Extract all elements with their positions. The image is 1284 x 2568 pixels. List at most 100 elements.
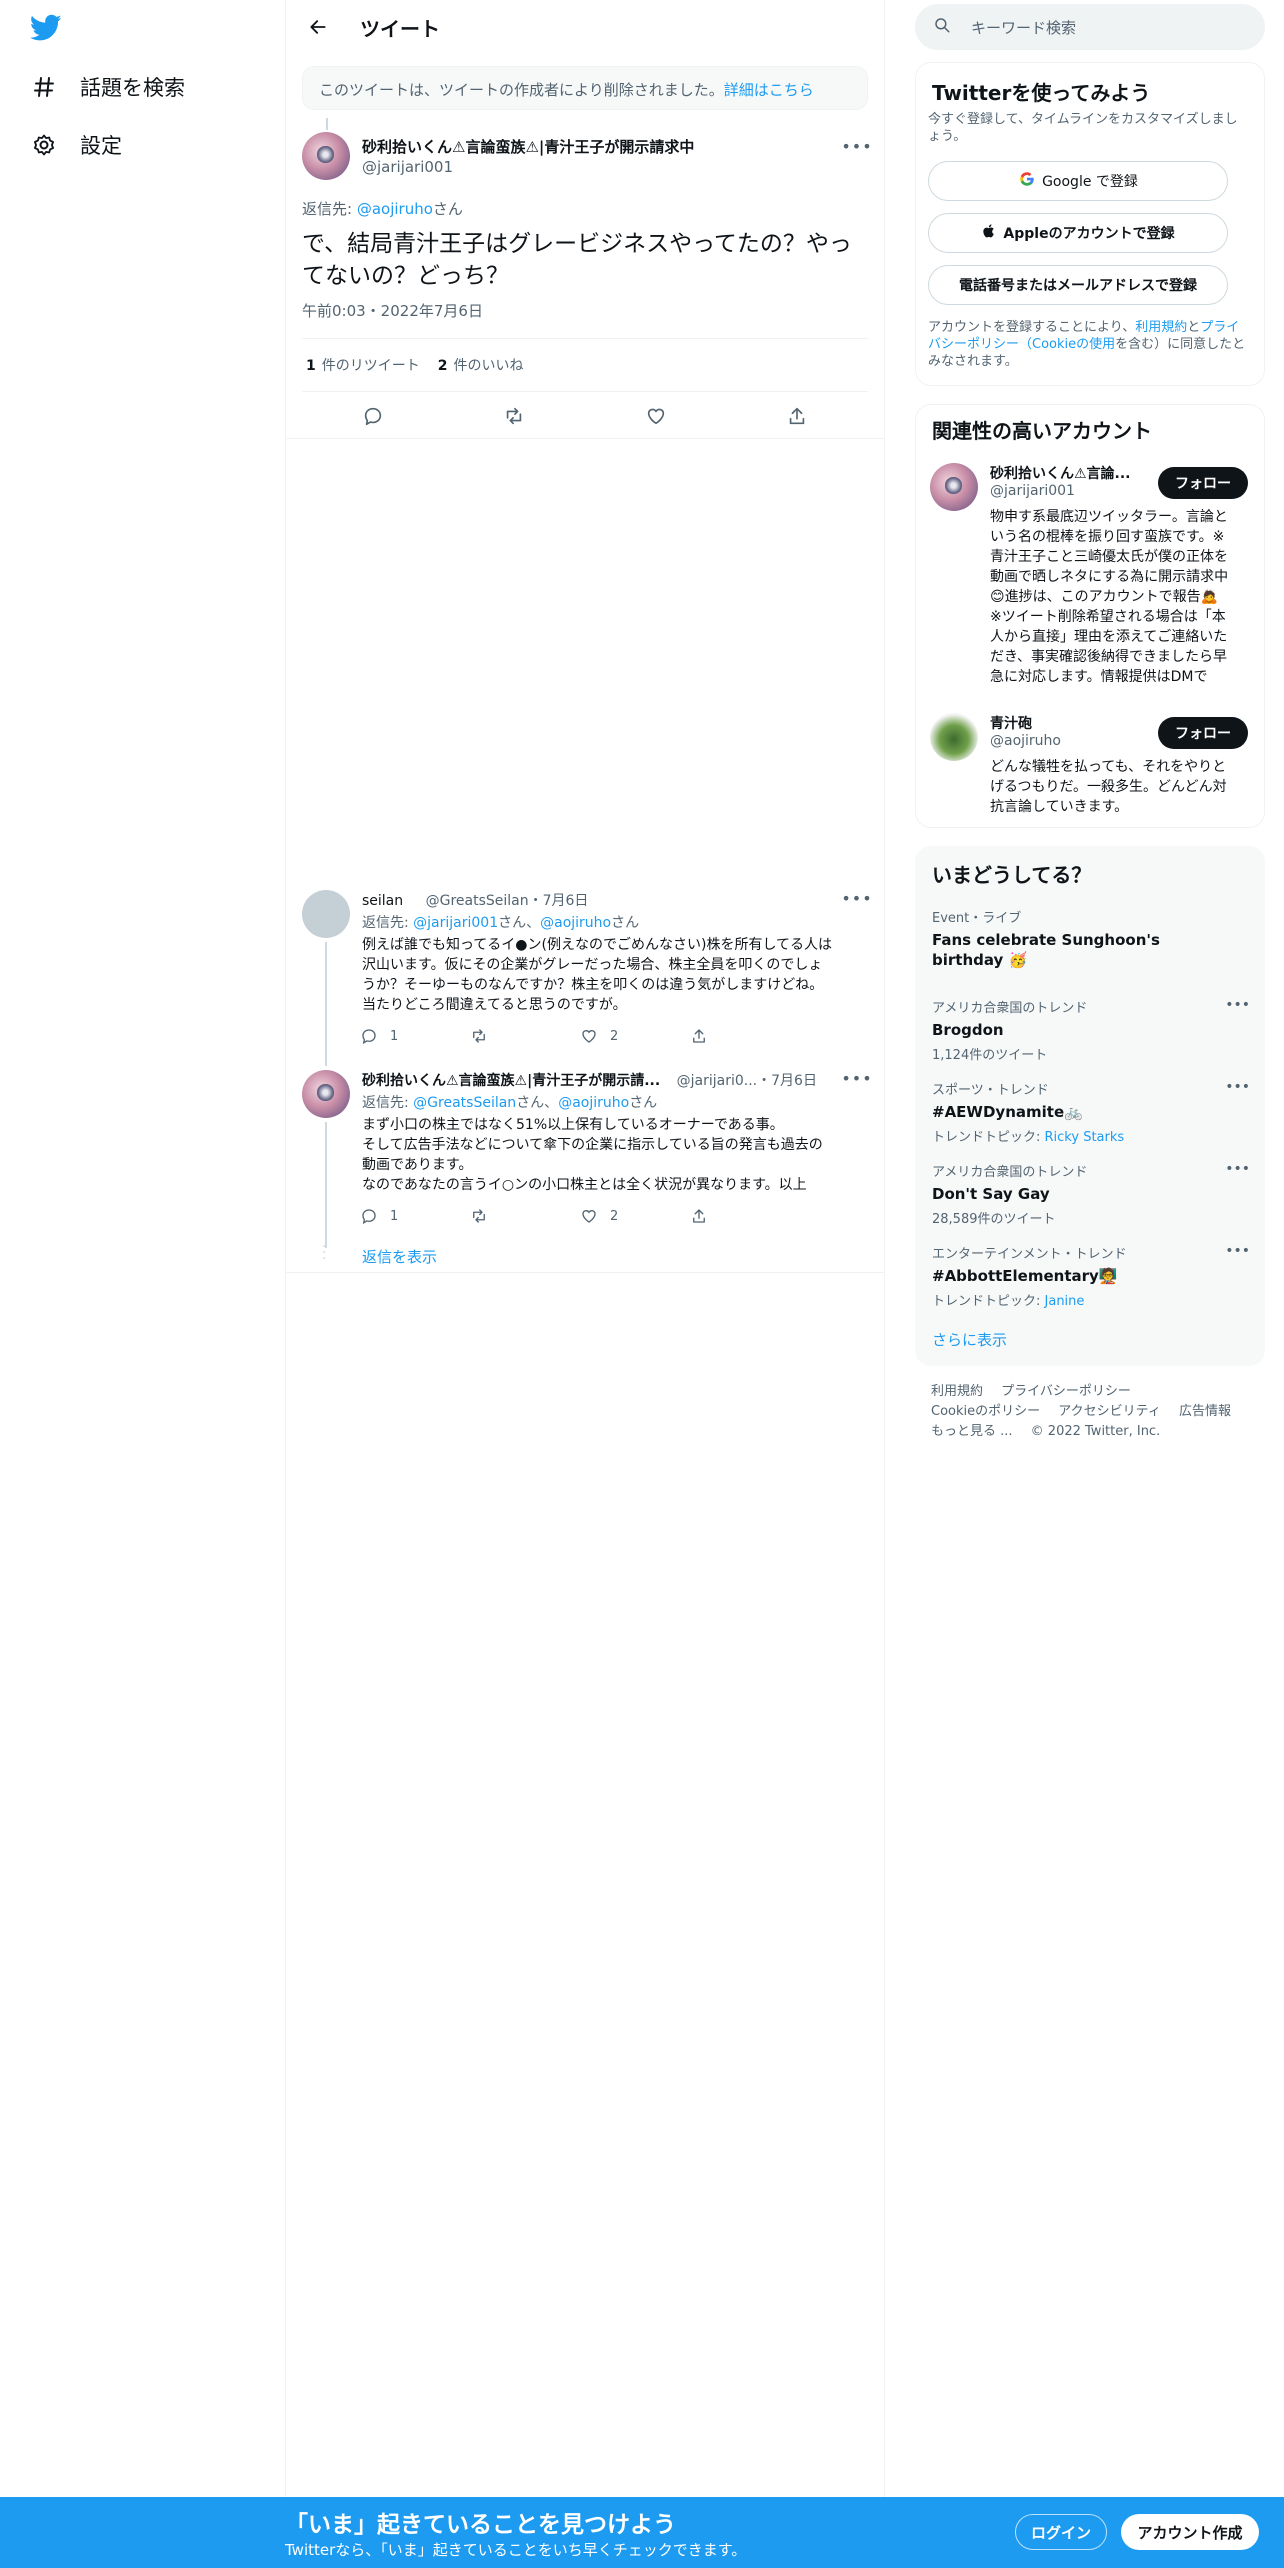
retweet-icon <box>473 1029 485 1043</box>
retweet-count-stat[interactable]: 1 件のリツイート <box>302 355 420 375</box>
reply-to-link[interactable]: @jarijari001 <box>413 915 498 931</box>
share-action[interactable] <box>690 1027 800 1045</box>
reply-to-link[interactable]: @aojiruho <box>357 200 433 218</box>
avatar[interactable] <box>302 890 350 938</box>
trend-item[interactable]: Event・ライブ Fans celebrate Sunghoon's birth… <box>932 907 1250 970</box>
trends-card: いまどうしてる？ Event・ライブ Fans celebrate Sungho… <box>915 846 1265 1366</box>
follow-button[interactable]: フォロー <box>1158 717 1248 749</box>
privacy-link[interactable]: バシーポリシー（Cookieの使用 <box>928 337 1115 352</box>
footer-link[interactable]: Cookieのポリシー <box>931 1404 1040 1419</box>
nav-settings[interactable]: 設定 <box>30 120 122 170</box>
avatar[interactable] <box>930 713 978 761</box>
author-name[interactable]: 砂利拾いくん⚠言論蛮族⚠|青汁王子が開示請... <box>362 1073 660 1089</box>
nav-explore[interactable]: 話題を検索 <box>30 62 185 112</box>
copyright: © 2022 Twitter, Inc. <box>1030 1424 1161 1439</box>
more-options-icon[interactable]: ••• <box>841 888 872 908</box>
reply-date[interactable]: ・7月6日 <box>757 1073 817 1089</box>
avatar[interactable] <box>302 132 350 180</box>
footer-more-link[interactable]: もっと見る ... <box>931 1424 1013 1439</box>
avatar[interactable] <box>930 463 978 511</box>
reply-to-link[interactable]: @GreatsSeilan <box>413 1095 516 1111</box>
tweet-timestamp[interactable]: 午前0:03・2022年7月6日 <box>302 300 483 321</box>
more-options-icon[interactable]: ••• <box>1225 1079 1250 1095</box>
reply-to-link[interactable]: @aojiruho <box>540 915 611 931</box>
like-action[interactable]: 2 <box>580 1207 690 1225</box>
reply-icon <box>362 1029 376 1045</box>
nav-settings-label: 設定 <box>80 134 122 158</box>
footer-link[interactable]: 利用規約 <box>931 1384 983 1399</box>
bottom-bar-title: 「いま」起きていることを見つけよう <box>285 2512 676 2538</box>
author-name[interactable]: seilan <box>362 893 403 909</box>
reply-icon[interactable] <box>356 399 390 433</box>
reply-action[interactable]: 1 <box>360 1207 470 1225</box>
like-icon[interactable] <box>639 399 673 433</box>
tweet-actions <box>302 392 868 440</box>
related-accounts-card: 関連性の高いアカウント 砂利拾いくん⚠言論... @jarijari001 フォ… <box>915 404 1265 828</box>
apple-signup-button[interactable]: Appleのアカウントで登録 <box>928 213 1228 253</box>
reply-to-link[interactable]: @aojiruho <box>558 1095 629 1111</box>
gear-icon <box>30 131 58 159</box>
trend-topic-link[interactable]: Janine <box>1045 1294 1085 1309</box>
like-action[interactable]: 2 <box>580 1027 690 1045</box>
trend-topic-link[interactable]: Ricky Starks <box>1045 1130 1125 1145</box>
privacy-link[interactable]: プライ <box>1200 320 1239 335</box>
account-handle[interactable]: @jarijari001 <box>990 483 1075 499</box>
retweet-action[interactable] <box>470 1027 580 1045</box>
trend-item[interactable]: アメリカ合衆国のトレンド Don't Say Gay 28,589件のツイート … <box>932 1161 1250 1227</box>
show-replies-link[interactable]: 返信を表示 <box>362 1246 437 1267</box>
account-name[interactable]: 青汁砲 <box>990 713 1032 733</box>
trend-item[interactable]: スポーツ・トレンド #AEWDynamite🚲 トレンドトピック: Ricky … <box>932 1079 1250 1145</box>
bottom-signup-bar: 「いま」起きていることを見つけよう Twitterなら、「いま」起きていることを… <box>0 2497 1284 2568</box>
search-bar[interactable]: キーワード検索 <box>915 4 1265 50</box>
hashtag-icon <box>30 73 58 101</box>
create-account-button[interactable]: アカウント作成 <box>1121 2514 1259 2550</box>
author-handle[interactable]: @jarijari001 <box>362 158 453 176</box>
reply-tweet[interactable]: 砂利拾いくん⚠言論蛮族⚠|青汁王子が開示請... @jarijari0...・7… <box>286 1068 884 1270</box>
reply-date[interactable]: ・7月6日 <box>529 893 589 909</box>
like-icon <box>582 1030 596 1043</box>
terms-link[interactable]: 利用規約 <box>1135 320 1187 335</box>
more-options-icon[interactable]: ••• <box>841 136 872 156</box>
footer-link[interactable]: プライバシーポリシー <box>1001 1384 1131 1399</box>
related-accounts-title: 関連性の高いアカウント <box>932 419 1152 443</box>
account-handle[interactable]: @aojiruho <box>990 733 1061 749</box>
avatar[interactable] <box>302 1070 350 1118</box>
tweet-text: 例えば誰でも知ってるイ●ン(例えなのでごめんなさい)株を所有してる人は 沢山いま… <box>362 937 833 1013</box>
thread-dots: · · · <box>322 1239 327 1267</box>
phone-email-signup-button[interactable]: 電話番号またはメールアドレスで登録 <box>928 265 1228 305</box>
like-count-stat[interactable]: 2 件のいいね <box>434 355 524 375</box>
footer-link[interactable]: 広告情報 <box>1179 1404 1231 1419</box>
search-input[interactable]: キーワード検索 <box>971 17 1076 38</box>
more-options-icon[interactable]: ••• <box>1225 1243 1250 1259</box>
more-options-icon[interactable]: ••• <box>1225 1161 1250 1177</box>
google-signup-button[interactable]: Google で登録 <box>928 161 1228 201</box>
twitter-logo-icon[interactable] <box>29 14 66 44</box>
show-more-trends-link[interactable]: さらに表示 <box>932 1329 1007 1350</box>
author-name[interactable]: 砂利拾いくん⚠言論蛮族⚠|青汁王子が開示請求中 <box>362 136 694 157</box>
account-name[interactable]: 砂利拾いくん⚠言論... <box>990 463 1131 483</box>
author-handle[interactable]: @jarijari0... <box>677 1073 758 1089</box>
divider <box>286 1272 884 1273</box>
retweet-icon[interactable] <box>497 399 531 433</box>
trend-item[interactable]: アメリカ合衆国のトレンド Brogdon 1,124件のツイート ••• <box>932 997 1250 1063</box>
main-column: ツイート このツイートは、ツイートの作成者により削除されました。詳細はこちら 砂… <box>285 0 885 2568</box>
reply-context: 返信先: @GreatsSeilanさん、@aojiruhoさん <box>362 1095 658 1111</box>
login-button[interactable]: ログイン <box>1015 2514 1107 2550</box>
learn-more-link[interactable]: 詳細はこちら <box>724 81 814 99</box>
footer-link[interactable]: アクセシビリティ <box>1058 1404 1161 1419</box>
retweet-action[interactable] <box>470 1207 580 1225</box>
thread-connector <box>325 942 327 1066</box>
share-action[interactable] <box>690 1207 800 1225</box>
reply-action[interactable]: 1 <box>360 1027 470 1045</box>
thread-connector <box>325 1122 327 1248</box>
more-options-icon[interactable]: ••• <box>841 1068 872 1088</box>
trend-item[interactable]: エンターテインメント・トレンド #AbbottElementary🧑‍🏫 トレン… <box>932 1243 1250 1309</box>
share-icon[interactable] <box>780 399 814 433</box>
more-options-icon[interactable]: ••• <box>1225 997 1250 1013</box>
back-arrow-icon[interactable] <box>300 9 336 45</box>
reply-tweet[interactable]: seilan @GreatsSeilan・7月6日 ••• 返信先: @jari… <box>286 888 884 1066</box>
signup-card-subtitle: 今すぐ登録して、タイムラインをカスタマイズしまし ょう。 <box>928 112 1238 144</box>
share-icon <box>693 1029 705 1043</box>
follow-button[interactable]: フォロー <box>1158 467 1248 499</box>
author-handle[interactable]: @GreatsSeilan <box>426 893 529 909</box>
